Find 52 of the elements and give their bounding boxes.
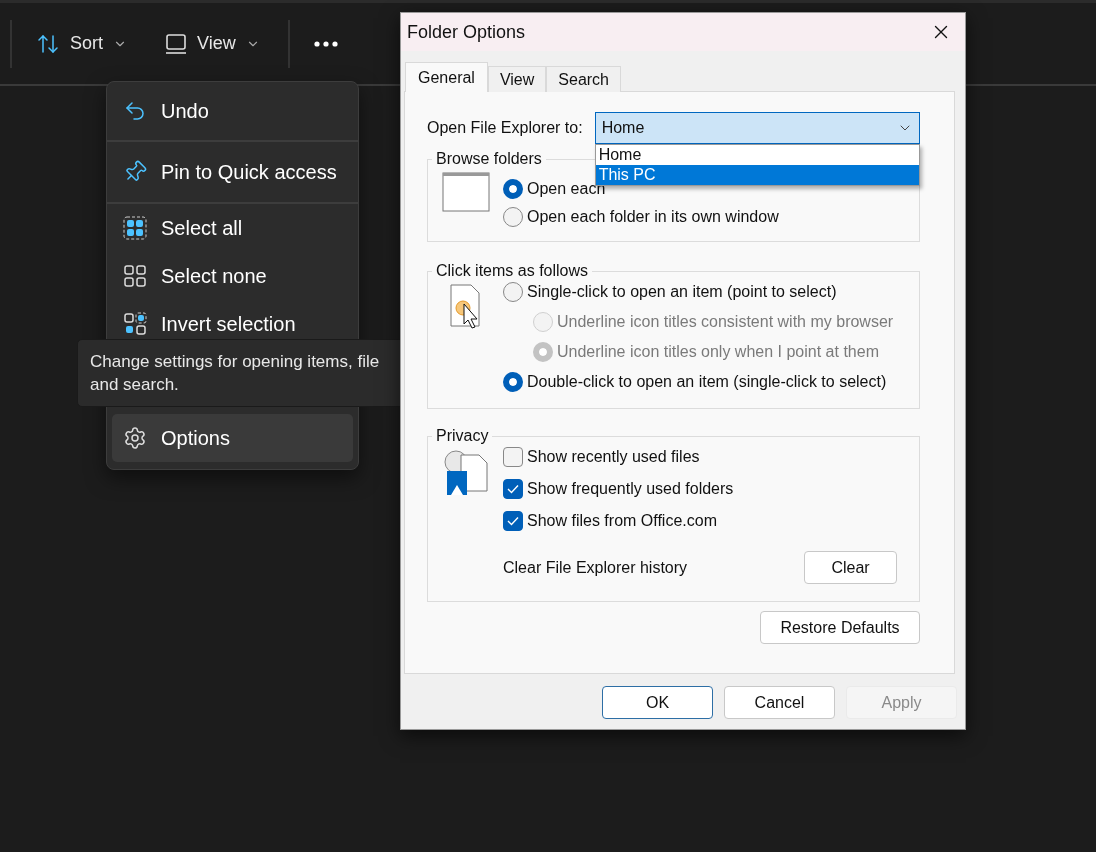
tab[interactable]: View [487, 66, 547, 92]
menu-item[interactable]: Pin to Quick access [107, 142, 358, 202]
select-all-icon [123, 216, 147, 240]
checkmark-icon [507, 484, 519, 494]
option-label: Underline icon titles consistent with my browser [557, 313, 894, 331]
window-icon [441, 172, 490, 212]
checkbox-label: Show frequently used folders [527, 480, 734, 498]
sort-button[interactable]: Sort [22, 23, 141, 64]
menu-item[interactable]: Options [112, 414, 353, 462]
radio-button[interactable] [503, 179, 523, 199]
radio-button[interactable] [503, 207, 523, 227]
document-cursor-icon [448, 284, 483, 330]
dialog-button[interactable]: OK [602, 686, 713, 719]
option-label: Double-click to open an item (single-click to select) [527, 373, 887, 391]
view-button[interactable]: View [151, 25, 274, 62]
tab[interactable]: Search [546, 66, 621, 92]
checkbox[interactable] [503, 447, 523, 467]
menu-item[interactable]: Invert selection [107, 300, 358, 348]
restore-defaults-button[interactable]: Restore Defaults [760, 611, 920, 644]
clear-history-label: Clear File Explorer history [503, 558, 688, 577]
settings-icon [123, 426, 147, 450]
menu-item[interactable]: Select none [107, 252, 358, 300]
option-label: Single-click to open an item (point to select) [527, 283, 837, 301]
clear-button[interactable]: Clear [804, 551, 897, 584]
window-title: Folder Options [407, 21, 526, 43]
checkbox-label: Show files from Office.com [527, 512, 717, 530]
group-title: Click items as follows [435, 262, 590, 280]
checkmark-icon [507, 516, 519, 526]
invert-selection-icon [123, 312, 147, 336]
dropdown-field[interactable]: Home [594, 112, 920, 144]
option-label: Underline icon titles only when I point at them [557, 343, 879, 361]
dropdown-option[interactable]: This PC [595, 165, 919, 185]
dialog-button[interactable]: Cancel [724, 686, 835, 719]
field-label: Open File Explorer to: [427, 119, 583, 137]
menu-item[interactable]: Undo [107, 82, 358, 140]
tooltip-text: Change settings for opening items, file and search. [90, 351, 381, 396]
radio-button[interactable] [503, 372, 523, 392]
monitor-icon [165, 33, 187, 54]
undo-icon [123, 99, 147, 123]
more-icon [313, 40, 338, 47]
checkbox[interactable] [503, 511, 523, 531]
group-title: Browse folders [435, 150, 543, 168]
checkbox[interactable] [503, 479, 523, 499]
option-label: Open each folder in its own window [527, 208, 779, 226]
menu-item[interactable]: Select all [107, 204, 358, 252]
radio-button[interactable] [503, 282, 523, 302]
privacy-documents-icon [442, 449, 489, 497]
checkbox-label: Show recently used files [527, 448, 700, 466]
dropdown-option[interactable]: Home [595, 145, 919, 165]
grid-icon [123, 264, 147, 288]
tab[interactable]: General [405, 62, 488, 92]
group-title: Privacy [435, 427, 490, 445]
